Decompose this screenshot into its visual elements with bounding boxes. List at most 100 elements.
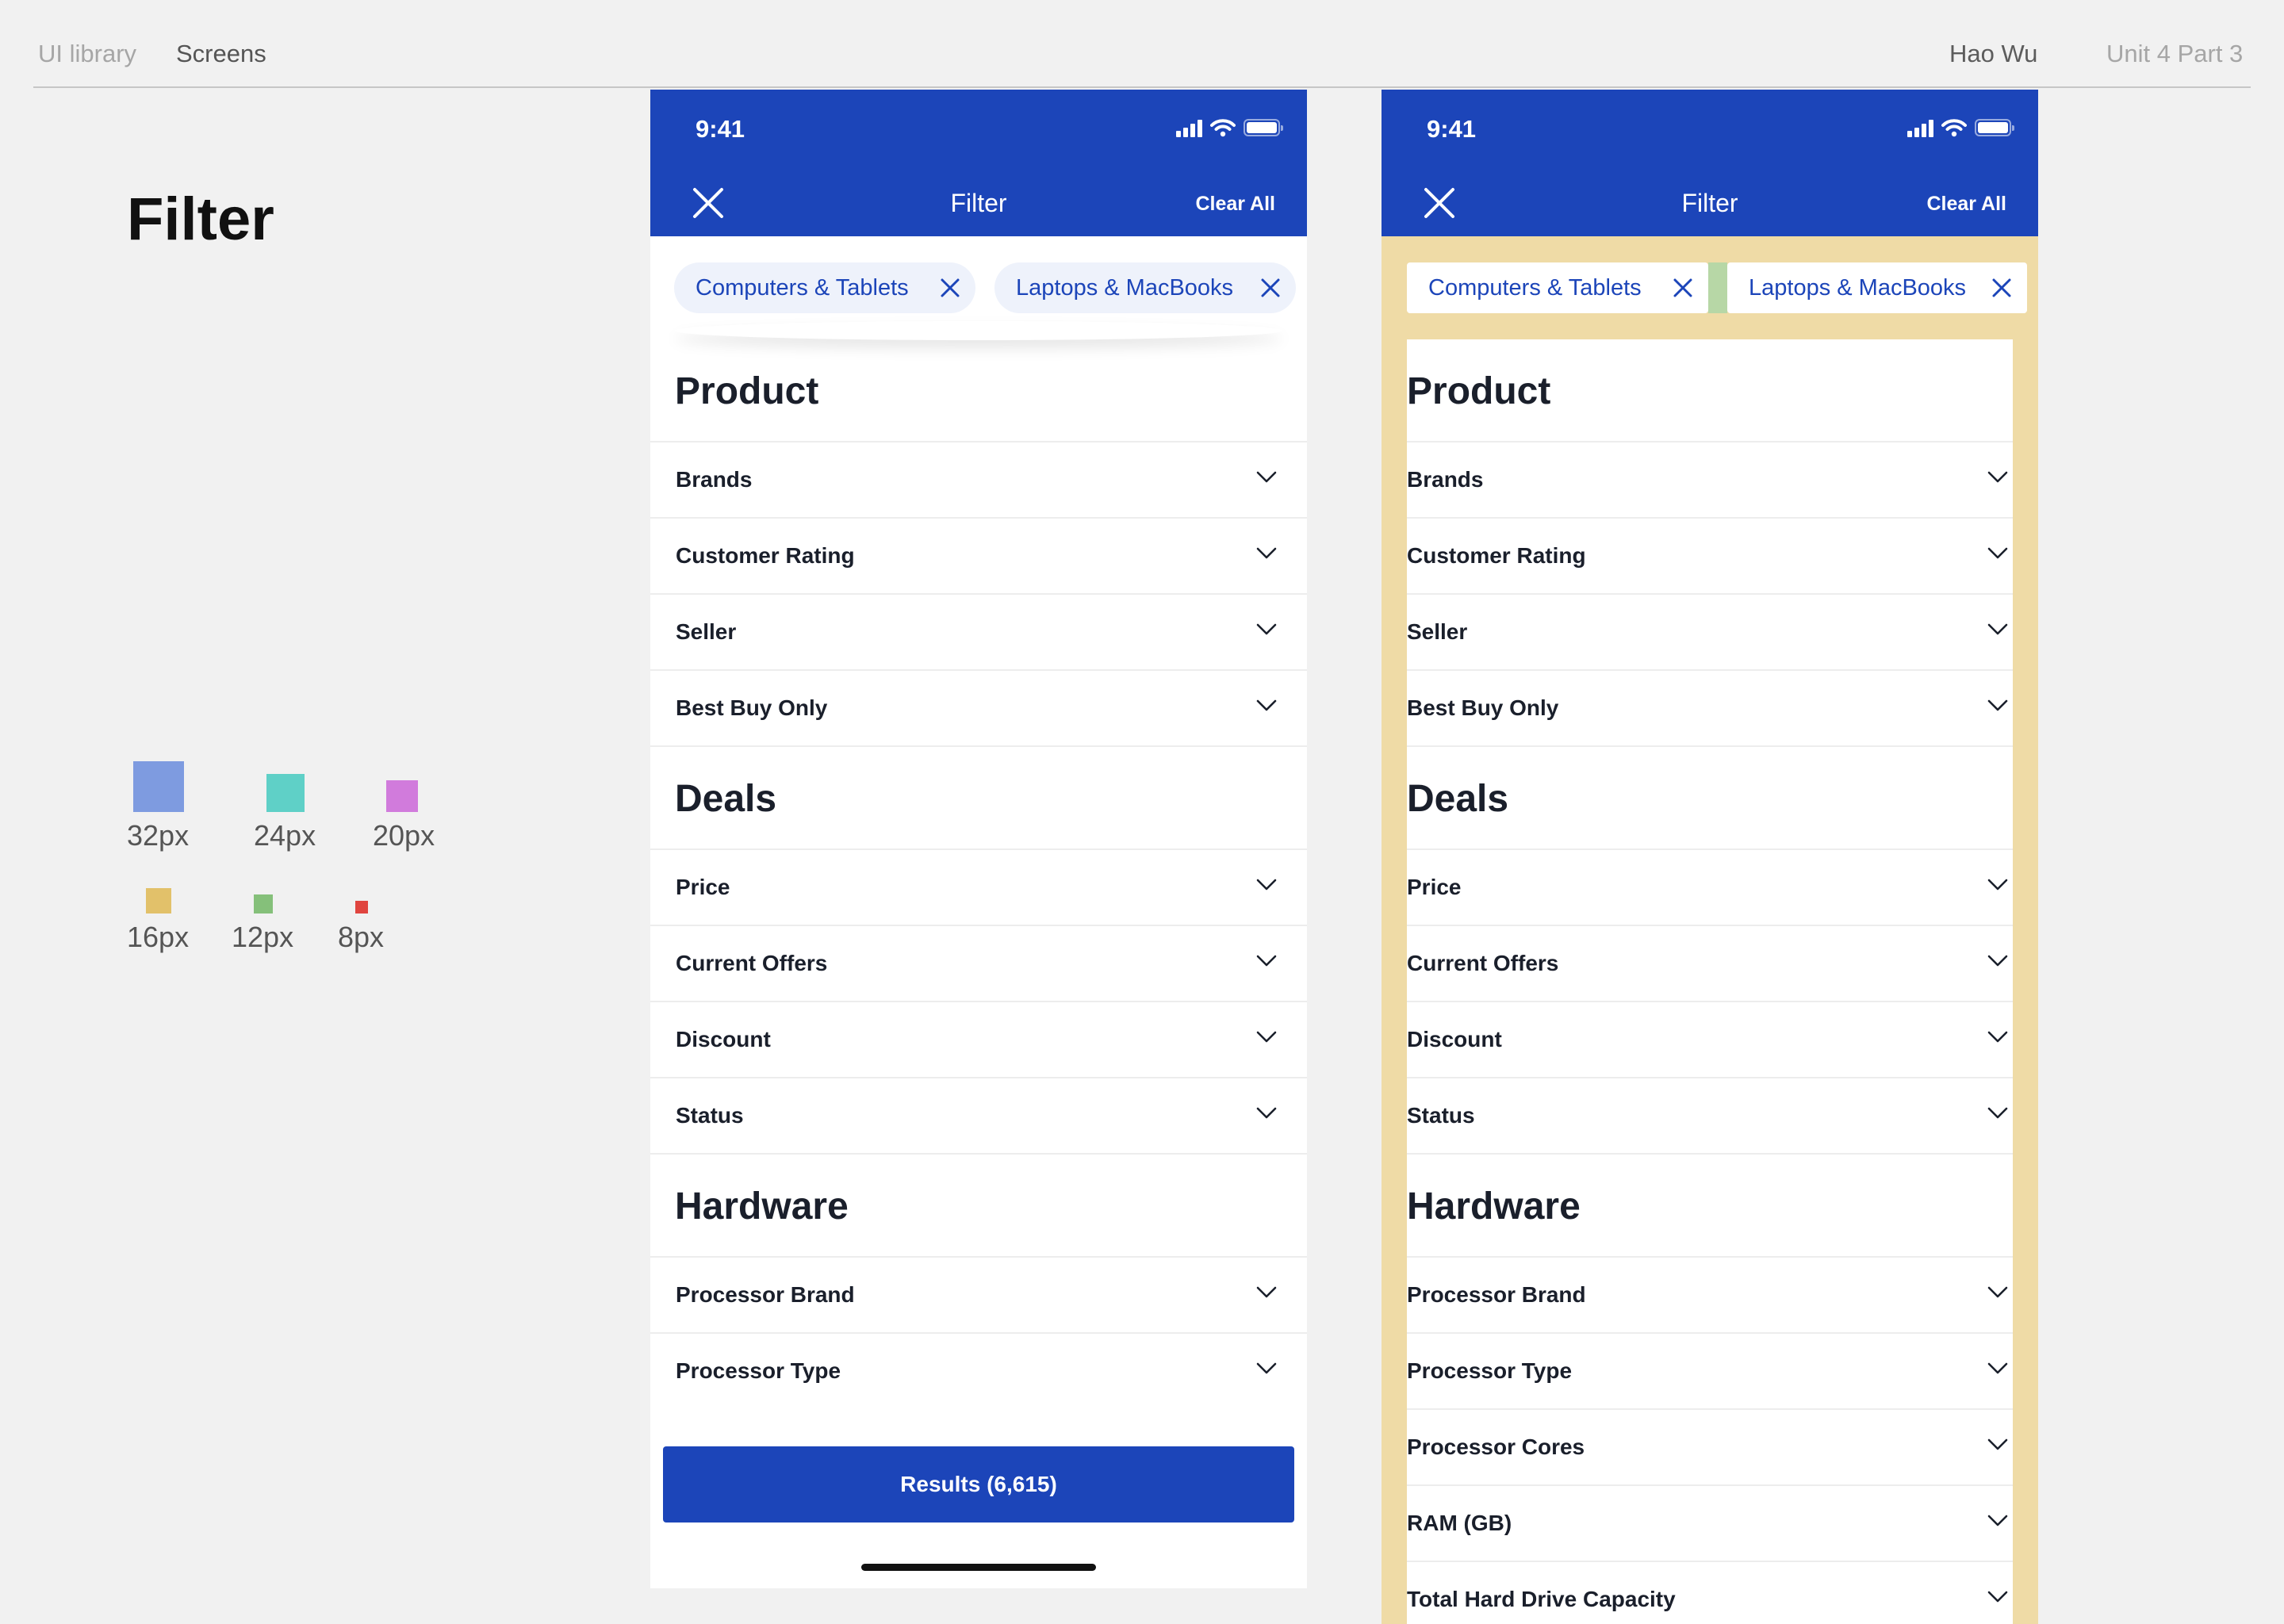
filter-row-label: Processor Brand bbox=[676, 1282, 855, 1307]
author-name: Hao Wu bbox=[1949, 40, 2038, 67]
chevron-down-icon bbox=[1987, 1031, 2008, 1043]
filter-row-processor-brand[interactable]: Processor Brand bbox=[650, 1258, 1307, 1334]
filter-row-label: Status bbox=[676, 1103, 744, 1128]
filter-row-current-offers[interactable]: Current Offers bbox=[650, 926, 1307, 1002]
filter-row-best-buy-only[interactable]: Best Buy Only bbox=[650, 671, 1307, 747]
filter-row-status[interactable]: Status bbox=[650, 1078, 1307, 1155]
filter-row-price[interactable]: Price bbox=[650, 850, 1307, 926]
filter-chip[interactable]: Computers & Tablets bbox=[674, 262, 975, 313]
unit-label: Unit 4 Part 3 bbox=[2106, 40, 2244, 67]
filter-row-ram[interactable]: RAM (GB) bbox=[1407, 1486, 2013, 1562]
chevron-down-icon bbox=[1987, 879, 2008, 891]
filter-row-label: Customer Rating bbox=[1407, 543, 1586, 568]
remove-chip-icon[interactable] bbox=[1989, 275, 2014, 301]
section-title: Product bbox=[1407, 370, 1551, 412]
chevron-down-icon bbox=[1987, 1515, 2008, 1526]
filter-chip[interactable]: Laptops & MacBooks bbox=[1727, 262, 2027, 313]
section-title: Deals bbox=[1407, 778, 1509, 820]
filter-screen-1: 9:41 Filter Clear All Computers & Tablet… bbox=[650, 90, 1307, 1588]
chevron-down-icon bbox=[1256, 879, 1277, 891]
filter-row-brands[interactable]: Brands bbox=[1407, 442, 2013, 519]
legend-label-32: 32px bbox=[127, 819, 190, 852]
battery-icon bbox=[1244, 119, 1283, 136]
filter-row-label: Current Offers bbox=[1407, 951, 1559, 975]
filter-row-seller[interactable]: Seller bbox=[650, 595, 1307, 671]
chevron-down-icon bbox=[1987, 623, 2008, 635]
page-title: Filter bbox=[127, 186, 274, 253]
filter-row-label: Seller bbox=[676, 619, 737, 644]
section-heading-deals: Deals bbox=[1407, 747, 2013, 850]
filter-row-label: Status bbox=[1407, 1103, 1475, 1128]
section-title: Hardware bbox=[675, 1185, 849, 1228]
filter-row-total-hard-drive-capacity[interactable]: Total Hard Drive Capacity bbox=[1407, 1562, 2013, 1624]
filter-row-label: RAM (GB) bbox=[1407, 1511, 1512, 1535]
legend-swatch-16 bbox=[146, 888, 171, 914]
chevron-down-icon bbox=[1987, 1591, 2008, 1603]
section-heading-product: Product bbox=[650, 339, 1307, 442]
filter-chip[interactable]: Computers & Tablets bbox=[1407, 262, 1708, 313]
filter-row-price[interactable]: Price bbox=[1407, 850, 2013, 926]
legend-label-12: 12px bbox=[232, 921, 294, 953]
filter-row-best-buy-only[interactable]: Best Buy Only bbox=[1407, 671, 2013, 747]
filter-row-current-offers[interactable]: Current Offers bbox=[1407, 926, 2013, 1002]
filter-chip[interactable]: Laptops & MacBooks bbox=[994, 262, 1296, 313]
filter-row-label: Brands bbox=[676, 467, 753, 492]
remove-chip-icon[interactable] bbox=[1258, 275, 1283, 301]
wifi-icon bbox=[1941, 119, 1967, 137]
chevron-down-icon bbox=[1987, 1286, 2008, 1298]
spacing-overlay-chip-gap bbox=[1708, 262, 1727, 313]
section-heading-deals: Deals bbox=[650, 747, 1307, 850]
chevron-down-icon bbox=[1256, 547, 1277, 559]
filter-row-label: Brands bbox=[1407, 467, 1484, 492]
chevron-down-icon bbox=[1987, 1362, 2008, 1374]
legend-swatch-12 bbox=[254, 894, 273, 914]
filter-row-status[interactable]: Status bbox=[1407, 1078, 2013, 1155]
filter-row-customer-rating[interactable]: Customer Rating bbox=[1407, 519, 2013, 595]
filter-row-processor-cores[interactable]: Processor Cores bbox=[1407, 1410, 2013, 1486]
legend-label-20: 20px bbox=[373, 819, 435, 852]
filter-row-label: Processor Type bbox=[676, 1358, 841, 1383]
chevron-down-icon bbox=[1987, 547, 2008, 559]
remove-chip-icon[interactable] bbox=[937, 275, 963, 301]
filter-row-discount[interactable]: Discount bbox=[650, 1002, 1307, 1078]
chevron-down-icon bbox=[1256, 955, 1277, 967]
filter-row-label: Price bbox=[1407, 875, 1462, 899]
filter-chip-label: Computers & Tablets bbox=[1428, 275, 1642, 301]
filter-row-label: Processor Cores bbox=[1407, 1434, 1585, 1459]
filter-row-processor-type[interactable]: Processor Type bbox=[650, 1334, 1307, 1410]
filter-screen-2-spacing: 9:41 Filter Clear All Computers & Tablet… bbox=[1382, 90, 2038, 1624]
filter-header: 9:41 Filter Clear All bbox=[1382, 90, 2038, 236]
legend-swatch-8 bbox=[355, 901, 368, 914]
filter-row-label: Discount bbox=[1407, 1027, 1502, 1051]
legend-label-24: 24px bbox=[254, 819, 316, 852]
battery-icon bbox=[1975, 119, 2014, 136]
filter-row-processor-type[interactable]: Processor Type bbox=[1407, 1334, 2013, 1410]
chevron-down-icon bbox=[1987, 1438, 2008, 1450]
tab-screens[interactable]: Screens bbox=[176, 38, 266, 70]
filter-row-seller[interactable]: Seller bbox=[1407, 595, 2013, 671]
filter-row-discount[interactable]: Discount bbox=[1407, 1002, 2013, 1078]
status-icons bbox=[1176, 118, 1283, 137]
spacing-overlay-right-margin bbox=[2013, 339, 2038, 1624]
filter-row-customer-rating[interactable]: Customer Rating bbox=[650, 519, 1307, 595]
filter-row-brands[interactable]: Brands bbox=[650, 442, 1307, 519]
filter-row-label: Processor Brand bbox=[1407, 1282, 1586, 1307]
chevron-down-icon bbox=[1256, 1286, 1277, 1298]
chips-shadow bbox=[674, 321, 1283, 340]
clear-all-button[interactable]: Clear All bbox=[1926, 192, 2006, 216]
results-button[interactable]: Results (6,615) bbox=[663, 1446, 1294, 1522]
filter-row-label: Processor Type bbox=[1407, 1358, 1573, 1383]
filter-row-label: Best Buy Only bbox=[676, 695, 828, 720]
remove-chip-icon[interactable] bbox=[1670, 275, 1696, 301]
top-bar: UI library Screens Hao Wu Unit 4 Part 3 bbox=[0, 0, 2284, 89]
filter-row-label: Best Buy Only bbox=[1407, 695, 1559, 720]
legend-swatch-20 bbox=[386, 780, 418, 812]
spacing-overlay-left-margin bbox=[1382, 339, 1407, 1624]
legend-swatch-32 bbox=[133, 761, 184, 812]
filter-row-label: Customer Rating bbox=[676, 543, 855, 568]
signal-icon bbox=[1176, 118, 1202, 137]
filter-row-processor-brand[interactable]: Processor Brand bbox=[1407, 1258, 2013, 1334]
clear-all-button[interactable]: Clear All bbox=[1195, 192, 1275, 216]
tab-ui-library[interactable]: UI library bbox=[38, 38, 136, 70]
section-heading-product: Product bbox=[1407, 339, 2013, 442]
